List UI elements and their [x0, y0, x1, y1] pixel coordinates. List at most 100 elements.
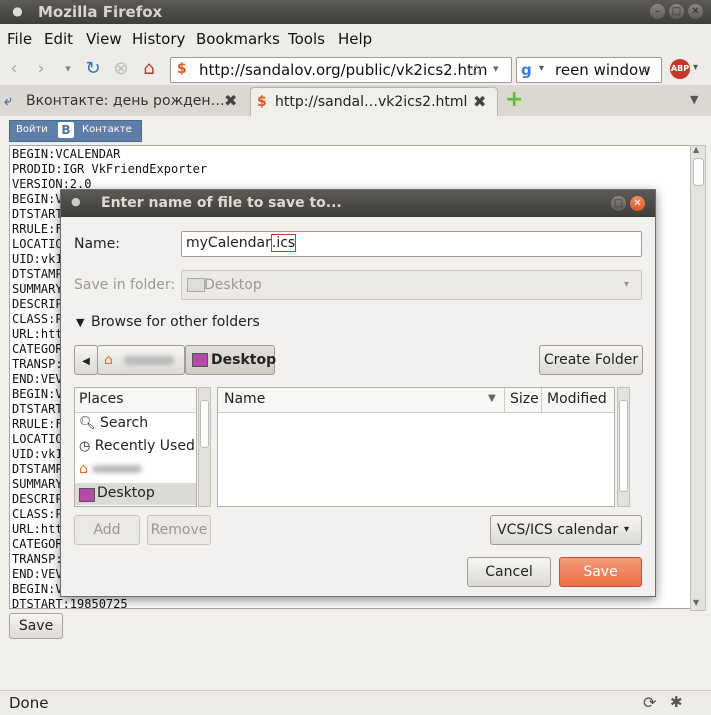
vk-favicon-icon: ⤶	[4, 93, 12, 109]
ics-line: CLASS:P	[12, 312, 63, 326]
adblock-icon[interactable]: ABP	[670, 59, 690, 79]
textarea-scrollbar[interactable]: ▲ ▼	[690, 145, 706, 611]
tab-list-icon[interactable]: ▼	[690, 93, 698, 106]
file-list-pane[interactable]: Name ▼ Size Modified	[217, 387, 615, 507]
menu-file[interactable]: File	[7, 30, 32, 48]
dialog-titlebar: ● Enter name of file to save to... □ ✕	[61, 190, 655, 217]
create-folder-button[interactable]: Create Folder	[539, 345, 643, 375]
file-filter-combo[interactable]: VCS/ICS calendar ▾	[490, 515, 642, 545]
window-menu-icon[interactable]: ●	[10, 4, 25, 19]
menu-history[interactable]: History	[132, 30, 185, 48]
ics-line: SUMMARY	[12, 477, 63, 491]
column-divider	[541, 388, 542, 412]
desktop-folder-icon	[192, 353, 208, 367]
new-tab-icon[interactable]: +	[505, 87, 523, 112]
home-icon[interactable]: ⌂	[139, 59, 159, 79]
scroll-down-icon[interactable]: ▼	[693, 598, 699, 607]
path-desktop-button[interactable]: Desktop	[185, 345, 277, 375]
url-text: http://sandalov.org/public/vk2ics2.htm	[199, 61, 488, 79]
add-bookmark-button[interactable]: Add	[74, 515, 140, 545]
vk-login-button[interactable]: Войти В Контакте	[9, 120, 142, 142]
place-desktop[interactable]: Desktop	[75, 483, 196, 505]
menu-bookmarks[interactable]: Bookmarks	[196, 30, 280, 48]
ics-line: CATEGOR	[12, 342, 63, 356]
file-list-header: Name ▼ Size Modified	[218, 388, 614, 413]
name-label: Name:	[74, 236, 121, 252]
menu-help[interactable]: Help	[338, 30, 372, 48]
search-icon[interactable]: ⌕	[641, 59, 650, 79]
bookmark-star-icon[interactable]: ☆	[469, 60, 483, 79]
place-search[interactable]: 🔍︎ Search	[79, 415, 148, 431]
menu-view[interactable]: View	[86, 30, 122, 48]
path-back-button[interactable]: ◀	[74, 345, 98, 375]
google-icon[interactable]: g	[521, 61, 532, 79]
menubar: File Edit View History Bookmarks Tools H…	[0, 24, 711, 54]
column-size[interactable]: Size	[510, 391, 539, 407]
ics-line: LOCATIO	[12, 432, 63, 446]
minimize-icon[interactable]: –	[650, 4, 665, 19]
filename-extension: .ics	[270, 234, 297, 252]
dialog-menu-icon[interactable]: ●	[71, 195, 81, 208]
cancel-button[interactable]: Cancel	[467, 557, 551, 587]
tab-vk2ics2[interactable]: $ http://sandal…vk2ics2.html ✖	[250, 87, 498, 116]
stop-icon[interactable]: ⊗	[111, 59, 131, 79]
browse-folders-expander[interactable]: Browse for other folders	[91, 314, 260, 330]
path-home-button[interactable]: ⌂	[97, 345, 185, 375]
chevron-left-icon: ◀	[82, 356, 90, 367]
reload-icon[interactable]: ↻	[83, 59, 103, 79]
search-engine-dropdown-icon[interactable]: ▾	[539, 63, 544, 74]
dialog-maximize-icon[interactable]: □	[611, 196, 626, 211]
ics-line: END:VEV	[12, 567, 63, 581]
close-icon[interactable]: ✕	[688, 4, 703, 19]
ics-line: DTSTAMP	[12, 267, 63, 281]
back-icon[interactable]: ‹	[4, 59, 24, 79]
ics-line: DTSTART	[12, 207, 63, 221]
ics-line: BEGIN:V	[12, 387, 63, 401]
scrollbar-thumb[interactable]	[693, 158, 704, 186]
close-tab-icon[interactable]: ✖	[473, 88, 486, 116]
scrollbar-thumb[interactable]	[619, 400, 628, 492]
scrollbar-thumb[interactable]	[200, 400, 209, 448]
place-home[interactable]: ⌂	[79, 461, 143, 477]
remove-bookmark-button[interactable]: Remove	[147, 515, 211, 545]
ics-line: URL:htt	[12, 327, 63, 341]
filename-input[interactable]: myCalendar.ics	[181, 231, 642, 257]
bug-icon[interactable]: ✱	[670, 693, 683, 711]
tab-bar: ⤶ Вконтакте: день рожден… ✖ $ http://san…	[0, 85, 711, 117]
scroll-up-icon[interactable]: ▲	[693, 145, 699, 154]
ics-line: PRODID:IGR VkFriendExporter	[12, 162, 208, 176]
folder-combo-value: Desktop	[204, 277, 262, 293]
dialog-close-icon[interactable]: ✕	[630, 196, 645, 211]
url-bar[interactable]: $ http://sandalov.org/public/vk2ics2.htm…	[170, 57, 512, 83]
expander-triangle-icon[interactable]: ▼	[76, 316, 84, 329]
forward-icon[interactable]: ›	[31, 59, 51, 79]
search-bar[interactable]: g ▾ reen window ⌕	[516, 57, 662, 83]
menu-edit[interactable]: Edit	[44, 30, 73, 48]
url-dropdown-icon[interactable]: ▾	[493, 62, 499, 75]
history-dropdown-icon[interactable]: ▾	[58, 59, 78, 79]
adblock-dropdown-icon[interactable]: ▾	[693, 62, 698, 73]
save-button[interactable]: Save	[559, 557, 642, 587]
place-recently-used[interactable]: ◷ Recently Used	[79, 438, 195, 454]
close-tab-icon[interactable]: ✖	[224, 87, 237, 115]
folder-combo[interactable]: Desktop ▾	[181, 270, 642, 300]
site-favicon-icon: $	[177, 61, 187, 77]
dialog-title: Enter name of file to save to...	[101, 195, 342, 211]
blurred-username	[92, 465, 143, 473]
tab-vkontakte[interactable]: ⤶ Вконтакте: день рожден… ✖	[0, 87, 245, 115]
column-name[interactable]: Name	[224, 391, 265, 407]
column-modified[interactable]: Modified	[547, 391, 607, 407]
page-save-button[interactable]: Save	[9, 613, 63, 639]
menu-tools[interactable]: Tools	[288, 30, 325, 48]
vk-brand-label: Контакте	[82, 124, 132, 135]
maximize-icon[interactable]: □	[669, 4, 684, 19]
chevron-down-icon: ▾	[624, 279, 630, 290]
places-scrollbar[interactable]	[198, 387, 211, 507]
path-desktop-label: Desktop	[211, 352, 277, 368]
ics-line: UID:vk1	[12, 447, 63, 461]
file-list-scrollbar[interactable]	[617, 387, 630, 507]
status-bar: Done ⟳ ✱	[0, 690, 711, 715]
search-input[interactable]: reen window	[555, 61, 650, 79]
places-pane: Places 🔍︎ Search ◷ Recently Used ⌂ Deskt…	[74, 387, 197, 507]
sync-icon[interactable]: ⟳	[643, 693, 656, 712]
